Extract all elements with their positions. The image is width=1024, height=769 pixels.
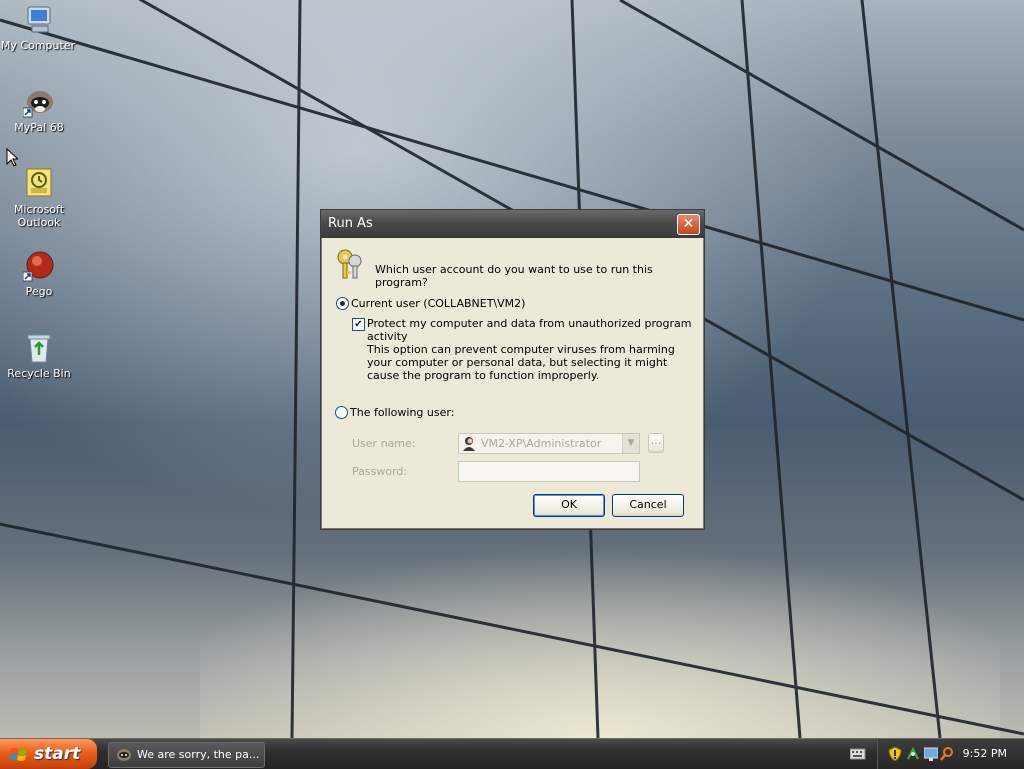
- cancel-label: Cancel: [629, 498, 667, 511]
- computer-icon: [22, 4, 54, 36]
- current-user-label[interactable]: Current user (COLLABNET\VM2): [351, 297, 525, 310]
- dialog-title: Run As: [328, 216, 373, 231]
- dialog-titlebar[interactable]: Run As ✕: [321, 210, 704, 238]
- username-value: VM2-XP\Administrator: [481, 437, 602, 450]
- protect-label[interactable]: Protect my computer and data from unauth…: [367, 317, 704, 343]
- username-label: User name:: [352, 437, 416, 450]
- desktop-icon-label: Recycle Bin: [7, 367, 71, 380]
- start-label: start: [34, 744, 81, 764]
- ok-button[interactable]: OK: [533, 494, 605, 517]
- system-tray: 9:52 PM: [877, 739, 1024, 769]
- run-as-dialog: Run As ✕ Which user account do you want …: [320, 209, 705, 530]
- password-label: Password:: [352, 465, 408, 478]
- current-user-radio[interactable]: [336, 297, 349, 310]
- desktop-icon-label: Microsoft Outlook: [13, 203, 65, 229]
- keyboard-icon[interactable]: [850, 748, 866, 760]
- question-text: Which user account do you want to use to…: [375, 263, 653, 289]
- taskbar: start We are sorry, the pa... 9:52 PM: [0, 738, 1024, 769]
- ok-label: OK: [561, 498, 577, 511]
- following-user-label[interactable]: The following user:: [350, 406, 454, 419]
- outlook-icon: [23, 168, 55, 200]
- username-combobox[interactable]: VM2-XP\Administrator ▼: [458, 433, 640, 454]
- desktop-icon-label: Pego: [25, 285, 53, 298]
- browse-label: ...: [650, 434, 662, 447]
- protect-description: This option can prevent computer viruses…: [367, 343, 675, 382]
- recycle-bin-icon: [23, 332, 55, 364]
- desktop-icon-label: My Computer: [0, 39, 76, 52]
- dialog-body: Which user account do you want to use to…: [321, 238, 704, 529]
- mouse-cursor-icon: [6, 148, 18, 167]
- windows-flag-icon: [10, 748, 26, 761]
- search-icon[interactable]: [940, 747, 954, 761]
- browse-users-button[interactable]: ...: [648, 433, 664, 453]
- desktop-icon-mypal[interactable]: MyPal 68: [1, 86, 77, 134]
- desktop-icon-my-computer[interactable]: My Computer: [0, 4, 76, 52]
- following-user-radio[interactable]: [335, 406, 348, 419]
- close-icon: ✕: [682, 216, 695, 232]
- taskbar-window-label: We are sorry, the pa...: [137, 748, 260, 761]
- chevron-down-icon[interactable]: ▼: [622, 434, 639, 453]
- monitor-icon[interactable]: [924, 747, 938, 761]
- desktop-icon-pego[interactable]: Pego: [1, 250, 77, 298]
- taskbar-window-button[interactable]: We are sorry, the pa...: [108, 742, 265, 768]
- desktop-icon-outlook[interactable]: Microsoft Outlook: [1, 168, 77, 229]
- desktop-icon-label: MyPal 68: [14, 121, 64, 134]
- network-icon[interactable]: [906, 747, 920, 761]
- clock[interactable]: 9:52 PM: [963, 739, 1007, 769]
- security-shield-icon[interactable]: [888, 747, 902, 761]
- pego-icon: [22, 250, 55, 282]
- start-button[interactable]: start: [0, 739, 97, 769]
- keys-icon: [337, 249, 362, 279]
- mypal-raccoon-icon: [22, 86, 55, 118]
- user-icon: [463, 437, 475, 451]
- desktop-icon-recycle-bin[interactable]: Recycle Bin: [1, 332, 77, 380]
- protect-checkbox[interactable]: ✔: [352, 318, 365, 331]
- close-button[interactable]: ✕: [677, 214, 700, 235]
- cancel-button[interactable]: Cancel: [612, 494, 684, 517]
- mypal-raccoon-icon: [117, 749, 131, 761]
- password-field[interactable]: [458, 461, 640, 482]
